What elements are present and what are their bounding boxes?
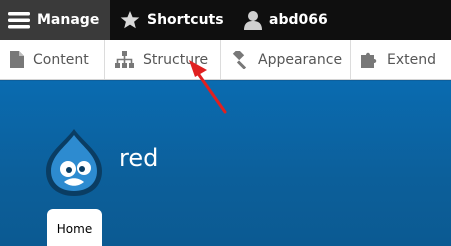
annotation-arrow-icon [189,60,227,114]
tray-item-appearance[interactable]: Appearance [221,40,351,79]
tray-item-extend[interactable]: Extend [351,40,451,79]
document-icon [10,51,24,68]
star-icon [120,11,140,29]
user-button[interactable]: abd066 [232,0,338,40]
user-label: abd066 [269,12,328,28]
tray-item-label: Content [33,51,89,68]
sitemap-icon [115,51,134,68]
puzzle-icon [361,52,377,68]
tray-item-label: Extend [387,51,436,68]
shortcuts-label: Shortcuts [147,12,224,28]
tray-item-content[interactable]: Content [0,40,105,79]
nav-home-tab[interactable]: Home [47,209,102,246]
tray-item-label: Appearance [258,51,343,68]
paintbrush-icon [232,50,247,69]
user-icon [244,11,262,30]
manage-label: Manage [37,12,100,28]
admin-toolbar: Manage Shortcuts abd066 [0,0,451,40]
drupal-drop-logo[interactable] [44,127,104,197]
site-name[interactable]: red [119,144,158,172]
shortcuts-button[interactable]: Shortcuts [110,0,232,40]
hamburger-menu-icon [8,12,30,29]
manage-button[interactable]: Manage [0,0,110,40]
